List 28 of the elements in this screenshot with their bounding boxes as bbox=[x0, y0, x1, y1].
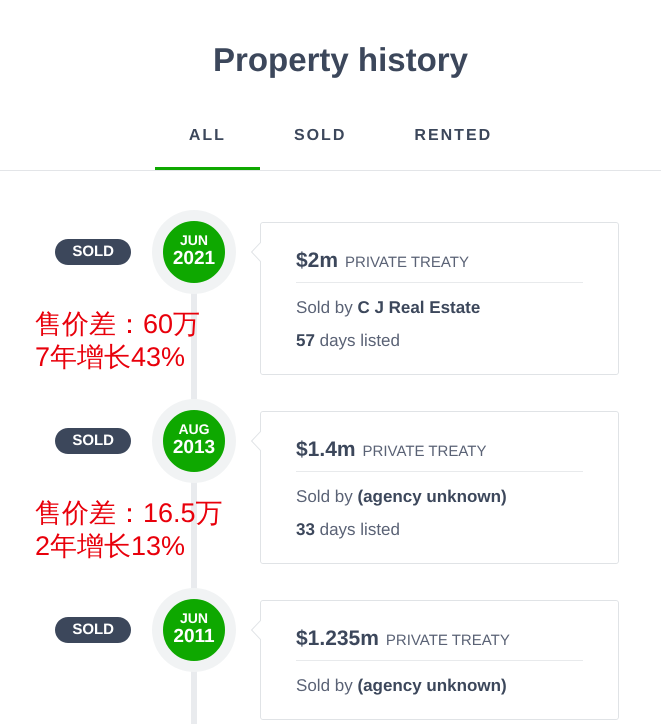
status-badge: SOLD bbox=[55, 239, 131, 265]
days-listed-text: 33 days listed bbox=[296, 519, 400, 541]
price-text: $2m bbox=[296, 248, 338, 274]
annotation-text: 售价差：16.5万 bbox=[35, 497, 223, 530]
tab[interactable]: RENTED bbox=[380, 110, 526, 170]
year-text: 2021 bbox=[172, 248, 216, 268]
tab[interactable]: ALL bbox=[154, 110, 260, 170]
price-text: $1.235m bbox=[296, 626, 379, 652]
month-text: JUN bbox=[180, 610, 208, 626]
sold-by-text: Sold by (agency unknown) bbox=[296, 486, 507, 508]
month-text: JUN bbox=[180, 232, 208, 248]
annotation-text: 2年增长13% bbox=[35, 530, 186, 563]
sale-method-text: PRIVATE TREATY bbox=[362, 442, 486, 462]
sale-method-text: PRIVATE TREATY bbox=[386, 631, 510, 651]
sold-by-text: Sold by (agency unknown) bbox=[296, 675, 507, 697]
page-title: Property history bbox=[213, 40, 468, 80]
year-text: 2013 bbox=[172, 436, 216, 458]
annotation-text: 7年增长43% bbox=[35, 341, 186, 374]
year-text: 2011 bbox=[173, 626, 215, 646]
annotation-text: 售价差：60万 bbox=[35, 308, 200, 341]
days-listed-text: 57 days listed bbox=[296, 330, 400, 352]
price-text: $1.4m bbox=[296, 437, 356, 463]
sale-method-text: PRIVATE TREATY bbox=[345, 253, 469, 273]
sold-by-text: Sold by C J Real Estate bbox=[296, 297, 480, 319]
status-badge: SOLD bbox=[55, 428, 131, 454]
month-text: AUG bbox=[178, 420, 210, 436]
tab[interactable]: SOLD bbox=[260, 110, 380, 170]
status-badge: SOLD bbox=[55, 617, 131, 643]
